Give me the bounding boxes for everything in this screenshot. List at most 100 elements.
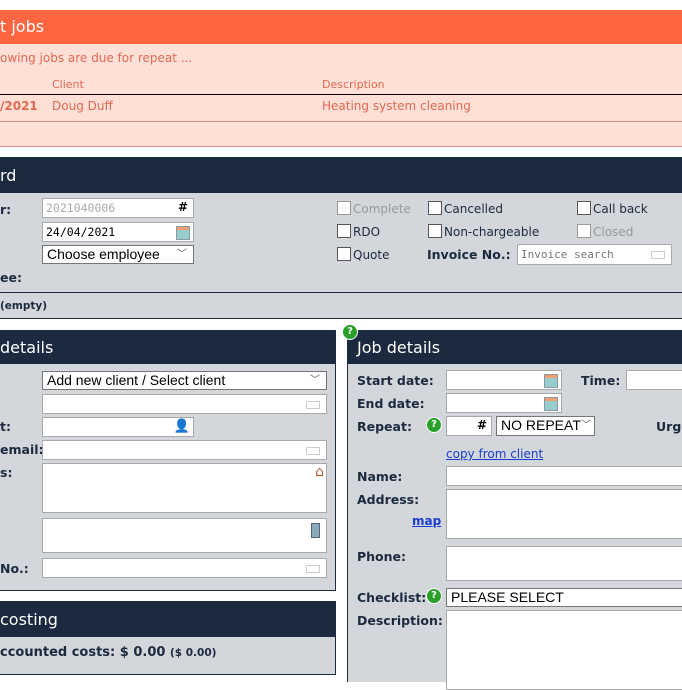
- employee-select[interactable]: Choose employee ﹀: [42, 245, 194, 264]
- checkbox-box[interactable]: [577, 201, 591, 215]
- checkbox-label: Complete: [353, 202, 411, 216]
- cancelled-checkbox[interactable]: Cancelled: [428, 201, 503, 216]
- time-input[interactable]: [626, 370, 682, 390]
- email-input[interactable]: [42, 440, 327, 460]
- end-date-input[interactable]: [446, 393, 562, 413]
- job-details-header: Job details: [347, 330, 682, 364]
- checkbox-box[interactable]: [337, 201, 351, 215]
- job-details-panel: Start date: Time: End date: Repeat: ? # …: [347, 364, 682, 690]
- column-description: Description: [322, 78, 385, 91]
- checkbox-box[interactable]: [577, 224, 591, 238]
- field-icon: [306, 401, 320, 409]
- costing-header: costing: [0, 601, 336, 637]
- employee-label: ee:: [0, 270, 22, 285]
- invoice-search-input[interactable]: Invoice search: [517, 244, 672, 265]
- client-address-textarea[interactable]: ⌂: [42, 463, 327, 513]
- help-icon[interactable]: ?: [426, 417, 442, 433]
- job-name-input[interactable]: [446, 466, 682, 486]
- checkbox-box[interactable]: [428, 201, 442, 215]
- calendar-icon[interactable]: [544, 397, 558, 411]
- client-no-label: No.:: [0, 561, 29, 576]
- checkbox-box[interactable]: [337, 224, 351, 238]
- client-name-input[interactable]: [42, 394, 327, 414]
- client-details-header: details: [0, 330, 336, 364]
- checkbox-box[interactable]: [337, 247, 351, 261]
- repeat-jobs-title: t jobs: [0, 17, 45, 36]
- calendar-icon[interactable]: [544, 374, 558, 388]
- rdo-checkbox[interactable]: RDO: [337, 224, 380, 239]
- repeat-label: Repeat:: [357, 419, 412, 434]
- table-row[interactable]: /2021 Doug Duff Heating system cleaning: [0, 95, 682, 122]
- repeat-interval-input[interactable]: #: [446, 416, 492, 436]
- urgency-label: Urg: [656, 419, 682, 434]
- field-icon: [306, 565, 320, 573]
- job-phone-textarea[interactable]: [446, 546, 682, 581]
- client-phone-textarea[interactable]: [42, 518, 327, 553]
- client-no-input[interactable]: [42, 558, 327, 578]
- checkbox-label: Quote: [353, 248, 390, 262]
- costs-value: $ 0.00: [119, 645, 166, 660]
- house-icon[interactable]: ⌂: [315, 464, 324, 480]
- end-date-label: End date:: [357, 396, 425, 411]
- start-date-input[interactable]: [446, 370, 562, 390]
- job-number-label: r:: [0, 202, 12, 217]
- job-date-input[interactable]: 24/04/2021: [42, 222, 194, 242]
- row-description[interactable]: Heating system cleaning: [322, 99, 471, 113]
- field-icon: [651, 251, 665, 259]
- closed-checkbox[interactable]: Closed: [577, 224, 633, 239]
- checklist-select[interactable]: PLEASE SELECT: [446, 588, 682, 607]
- repeat-select[interactable]: NO REPEAT ﹀: [496, 416, 595, 436]
- client-details-panel: Add new client / Select client ﹀ t: 👤 ema…: [0, 364, 336, 591]
- contact-input[interactable]: 👤: [42, 417, 194, 437]
- person-icon[interactable]: 👤: [174, 419, 190, 434]
- employee-select-value: Choose employee: [47, 246, 160, 262]
- calendar-icon[interactable]: [176, 226, 190, 240]
- job-date-value: 24/04/2021: [46, 225, 116, 239]
- help-icon[interactable]: ?: [426, 588, 442, 604]
- quote-checkbox[interactable]: Quote: [337, 247, 389, 262]
- job-card-title: rd: [0, 166, 17, 185]
- costs-sub: ($ 0.00): [169, 647, 217, 659]
- job-number-value: 2021040006: [46, 201, 116, 215]
- job-address-textarea[interactable]: [446, 489, 682, 539]
- column-client: Client: [52, 78, 84, 91]
- chevron-down-icon: ﹀: [310, 375, 320, 386]
- address-label: s:: [0, 465, 13, 480]
- checkbox-box[interactable]: [428, 224, 442, 238]
- job-card-panel: r: 2021040006 # 24/04/2021 Choose employe…: [0, 193, 682, 319]
- non-chargeable-checkbox[interactable]: Non-chargeable: [428, 224, 539, 239]
- checkbox-label: Closed: [593, 225, 634, 239]
- costing-panel: ccounted costs: $ 0.00 ($ 0.00): [0, 637, 336, 675]
- complete-checkbox[interactable]: Complete: [337, 201, 411, 216]
- chevron-down-icon: ﹀: [581, 420, 591, 431]
- description-textarea[interactable]: [446, 610, 682, 690]
- job-details-title: Job details: [357, 338, 441, 357]
- checkbox-label: Cancelled: [444, 202, 503, 216]
- job-phone-label: Phone:: [357, 549, 407, 564]
- time-label: Time:: [581, 373, 621, 388]
- mobile-phone-icon: [311, 523, 320, 538]
- copy-from-client-link[interactable]: copy from client: [446, 447, 543, 461]
- checklist-select-value: PLEASE SELECT: [451, 589, 564, 605]
- job-card-header: rd: [0, 157, 682, 193]
- description-label: Description:: [357, 613, 443, 628]
- repeat-jobs-panel: owing jobs are due for repeat ... Client…: [0, 44, 682, 147]
- call-back-checkbox[interactable]: Call back: [577, 201, 648, 216]
- name-label: Name:: [357, 469, 403, 484]
- map-link[interactable]: map: [412, 514, 441, 528]
- hash-icon: #: [177, 200, 188, 214]
- invoice-placeholder: Invoice search: [521, 248, 614, 261]
- divider: [0, 292, 682, 293]
- row-client[interactable]: Doug Duff: [52, 99, 113, 113]
- costing-title: costing: [0, 610, 58, 629]
- client-select[interactable]: Add new client / Select client ﹀: [42, 371, 327, 390]
- help-icon[interactable]: ?: [342, 324, 358, 340]
- unaccounted-costs: ccounted costs: $ 0.00 ($ 0.00): [0, 645, 216, 660]
- checkbox-label: Call back: [593, 202, 648, 216]
- client-select-value: Add new client / Select client: [47, 372, 226, 388]
- checkbox-label: RDO: [353, 225, 381, 239]
- start-date-label: Start date:: [357, 373, 434, 388]
- checkbox-label: Non-chargeable: [444, 225, 540, 239]
- job-address-label: Address:: [357, 492, 420, 507]
- job-number-input[interactable]: 2021040006 #: [42, 198, 194, 218]
